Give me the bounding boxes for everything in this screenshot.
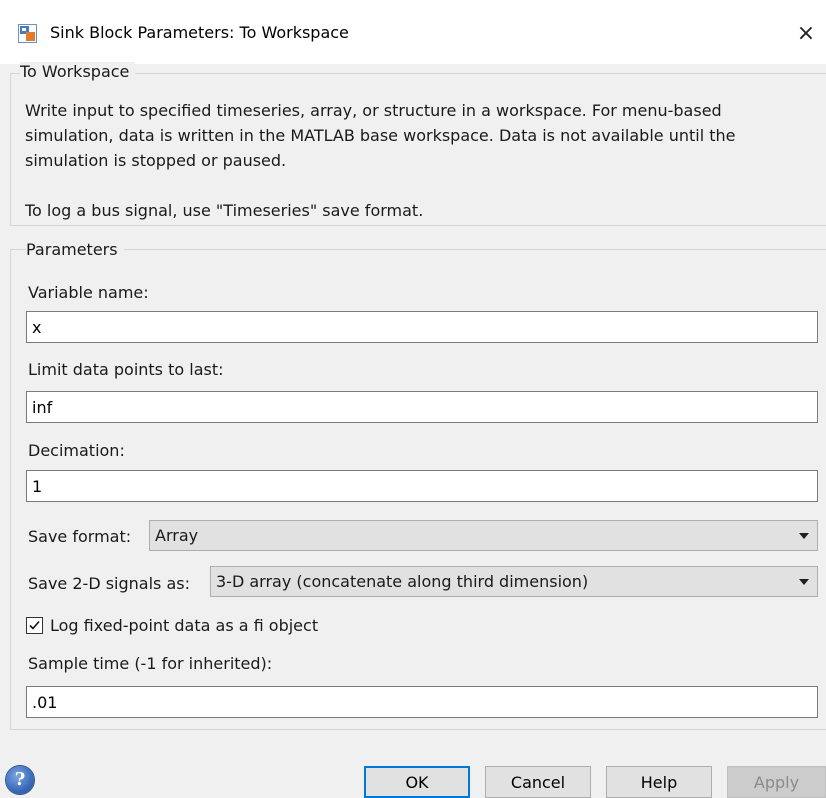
checkmark-icon xyxy=(29,620,40,630)
save-format-label: Save format: xyxy=(28,527,132,546)
parameters-group-border-left xyxy=(10,249,11,729)
description-paragraph: To log a bus signal, use "Timeseries" sa… xyxy=(25,201,424,220)
log-fixed-point-checkbox[interactable] xyxy=(26,617,43,634)
parameters-group-border-top xyxy=(10,249,826,250)
apply-button[interactable]: Apply xyxy=(727,766,826,798)
help-button[interactable]: Help xyxy=(606,766,712,798)
save-2d-signals-label: Save 2-D signals as: xyxy=(28,574,190,593)
decimation-input[interactable] xyxy=(26,470,818,502)
save-2d-signals-value: 3-D array (concatenate along third dimen… xyxy=(216,572,589,591)
description-paragraph: Write input to specified timeseries, arr… xyxy=(25,101,736,170)
block-group-title: To Workspace xyxy=(20,62,136,82)
close-button[interactable]: × xyxy=(786,14,826,54)
chevron-down-icon xyxy=(799,533,809,539)
variable-name-input[interactable] xyxy=(26,311,818,343)
limit-data-points-label: Limit data points to last: xyxy=(28,360,224,379)
log-fixed-point-label[interactable]: Log fixed-point data as a fi object xyxy=(50,616,318,636)
block-description: Write input to specified timeseries, arr… xyxy=(25,98,795,223)
help-question-icon[interactable]: ? xyxy=(6,766,34,794)
sample-time-input[interactable] xyxy=(26,686,818,718)
block-group-border-bottom xyxy=(10,225,826,226)
title-bar: Sink Block Parameters: To Workspace × xyxy=(0,0,826,64)
variable-name-label: Variable name: xyxy=(28,283,149,302)
decimation-label: Decimation: xyxy=(28,441,125,460)
simulink-block-icon xyxy=(18,24,37,43)
block-group-border-left xyxy=(10,73,11,225)
chevron-down-icon xyxy=(799,579,809,585)
ok-button[interactable]: OK xyxy=(364,766,470,798)
save-format-value: Array xyxy=(155,526,199,545)
limit-data-points-input[interactable] xyxy=(26,391,818,423)
cancel-button[interactable]: Cancel xyxy=(485,766,591,798)
save-format-select[interactable]: Array xyxy=(149,520,818,551)
window-title: Sink Block Parameters: To Workspace xyxy=(50,23,349,42)
sample-time-label: Sample time (-1 for inherited): xyxy=(28,654,273,673)
save-2d-signals-select[interactable]: 3-D array (concatenate along third dimen… xyxy=(210,566,818,597)
parameters-group-title: Parameters xyxy=(26,240,124,260)
parameters-group-border-bottom xyxy=(10,729,826,730)
